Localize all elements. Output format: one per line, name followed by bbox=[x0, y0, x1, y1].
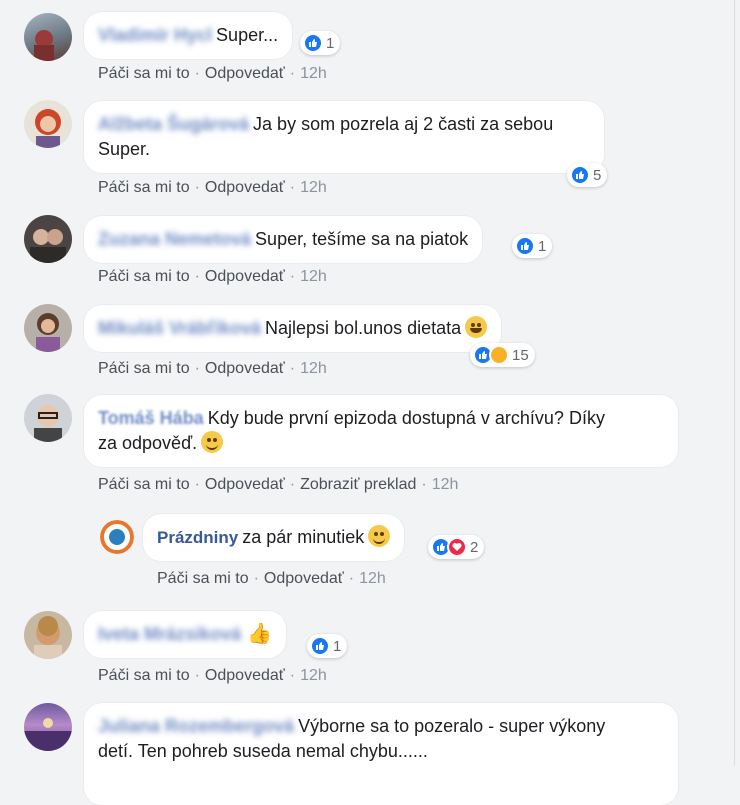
reply-link[interactable]: Odpovedať bbox=[205, 65, 285, 82]
timestamp[interactable]: 12h bbox=[300, 360, 327, 377]
comment-author[interactable]: Vladimír Hycl bbox=[98, 25, 212, 45]
avatar-photo-icon bbox=[36, 313, 60, 352]
like-link[interactable]: Páči sa mi to bbox=[98, 65, 190, 82]
comment-author[interactable]: Alžbeta Šugárová bbox=[98, 114, 249, 134]
comment-bubble: Iveta Mrázsiková 👍 bbox=[84, 611, 286, 658]
translate-link[interactable]: Zobraziť preklad bbox=[300, 476, 416, 493]
like-link[interactable]: Páči sa mi to bbox=[98, 179, 190, 196]
comment-actions: Páči sa mi to · Odpovedať · 12h bbox=[98, 179, 327, 196]
avatar-photo-icon bbox=[34, 405, 62, 442]
comment-text: Výborne sa to pozeralo - super výkony bbox=[298, 716, 606, 736]
comment-author[interactable]: Tomáš Hába bbox=[98, 408, 204, 428]
timestamp[interactable]: 12h bbox=[432, 476, 459, 493]
like-link[interactable]: Páči sa mi to bbox=[98, 476, 190, 493]
reply-link[interactable]: Odpovedať bbox=[205, 476, 285, 493]
timestamp[interactable]: 12h bbox=[300, 667, 327, 684]
like-link[interactable]: Páči sa mi to bbox=[98, 268, 190, 285]
comment-text-line2: Super. bbox=[98, 139, 151, 159]
avatar[interactable] bbox=[24, 394, 72, 442]
thumbs-up-icon: 👍 bbox=[247, 623, 272, 645]
comment-text-line2: detí. Ten pohreb suseda nemal chybu.....… bbox=[98, 741, 428, 761]
avatar[interactable] bbox=[24, 100, 72, 148]
comment-text: za pár minutiek bbox=[242, 527, 365, 547]
comment-text-line2: za odpověď. bbox=[98, 433, 198, 453]
comment-bubble: Juliana Rozembergová Výborne sa to pozera… bbox=[84, 703, 678, 805]
comment-author[interactable]: Zuzana Nemetová bbox=[98, 229, 251, 249]
comments-panel: Vladimír Hycl Super... 1 Páči sa mi to · Od… bbox=[0, 0, 735, 805]
smiley-emoji-icon bbox=[201, 431, 224, 453]
comment-actions: Páči sa mi to · Odpovedať · 12h bbox=[98, 360, 327, 377]
reaction-summary[interactable]: 1 bbox=[512, 234, 553, 258]
like-link[interactable]: Páči sa mi to bbox=[98, 667, 190, 684]
like-reaction-icon bbox=[515, 236, 535, 256]
reply-link[interactable]: Odpovedať bbox=[205, 268, 285, 285]
comment-text: Kdy bude první epizoda dostupná v archív… bbox=[207, 408, 605, 428]
avatar-photo-icon bbox=[24, 718, 72, 751]
reaction-summary[interactable]: 1 bbox=[307, 634, 348, 658]
avatar-photo-icon bbox=[35, 109, 61, 148]
comment-actions: Páči sa mi to · Odpovedať · 12h bbox=[98, 268, 327, 285]
comment-bubble: Tomáš Hába Kdy bude první epizoda dostupn… bbox=[84, 395, 678, 467]
comment-text: Najlepsi bol.unos dietata bbox=[265, 318, 462, 338]
reply-link[interactable]: Odpovedať bbox=[264, 570, 344, 587]
smiley-emoji-icon bbox=[368, 525, 391, 547]
avatar[interactable] bbox=[24, 703, 72, 751]
comment-actions: Páči sa mi to · Odpovedať · 12h bbox=[98, 667, 327, 684]
timestamp[interactable]: 12h bbox=[300, 179, 327, 196]
like-reaction-icon bbox=[303, 33, 323, 53]
like-link[interactable]: Páči sa mi to bbox=[157, 570, 249, 587]
reply-link[interactable]: Odpovedať bbox=[205, 179, 285, 196]
reaction-summary[interactable]: 5 bbox=[567, 163, 608, 187]
reaction-summary[interactable]: 2 bbox=[428, 535, 485, 559]
avatar[interactable] bbox=[24, 215, 72, 263]
comment-bubble: Zuzana Nemetová Super, tešíme sa na piato… bbox=[84, 216, 483, 263]
reply-link[interactable]: Odpovedať bbox=[205, 667, 285, 684]
reaction-count: 1 bbox=[538, 237, 547, 255]
avatar-photo-icon bbox=[34, 30, 54, 61]
page-logo-icon bbox=[100, 520, 134, 554]
comment-bubble: Mikuláš Vrábľiková Najlepsi bol.unos diet… bbox=[84, 305, 502, 352]
avatar[interactable] bbox=[24, 304, 72, 352]
reaction-count: 1 bbox=[333, 637, 342, 655]
reaction-summary[interactable]: 1 bbox=[300, 31, 341, 55]
avatar[interactable] bbox=[24, 13, 72, 61]
reaction-count: 2 bbox=[470, 538, 479, 556]
comment-author[interactable]: Iveta Mrázsiková bbox=[98, 624, 241, 644]
reply-actions: Páči sa mi to · Odpovedať · 12h bbox=[157, 570, 386, 587]
reaction-count: 15 bbox=[512, 346, 529, 364]
avatar-photo-icon bbox=[30, 229, 66, 263]
comment-bubble: Alžbeta Šugárová Ja by som pozrela aj 2 č… bbox=[84, 101, 604, 173]
reply-link[interactable]: Odpovedať bbox=[205, 360, 285, 377]
timestamp[interactable]: 12h bbox=[300, 268, 327, 285]
comment-text: Super, tešíme sa na piatok bbox=[255, 229, 469, 249]
like-reaction-icon bbox=[310, 636, 330, 656]
reaction-count: 1 bbox=[326, 34, 335, 52]
comment-text: Super... bbox=[216, 25, 279, 45]
comment-author[interactable]: Mikuláš Vrábľiková bbox=[98, 318, 261, 338]
love-reaction-icon bbox=[447, 537, 467, 557]
timestamp[interactable]: 12h bbox=[300, 65, 327, 82]
timestamp[interactable]: 12h bbox=[359, 570, 386, 587]
like-reaction-icon bbox=[570, 165, 590, 185]
comment-actions: Páči sa mi to · Odpovedať · Zobraziť preklad… bbox=[98, 476, 459, 493]
comment-actions: Páči sa mi to · Odpovedať · 12h bbox=[98, 65, 327, 82]
reaction-summary[interactable]: 15 bbox=[470, 343, 535, 367]
comment-author[interactable]: Prázdniny bbox=[157, 528, 238, 547]
laughing-emoji-icon bbox=[465, 316, 488, 338]
like-link[interactable]: Páči sa mi to bbox=[98, 360, 190, 377]
avatar-photo-icon bbox=[34, 616, 62, 659]
page-avatar[interactable] bbox=[100, 520, 134, 554]
comment-text: Ja by som pozrela aj 2 časti za sebou bbox=[253, 114, 554, 134]
haha-reaction-icon bbox=[489, 345, 509, 365]
reply-bubble: Prázdniny za pár minutiek bbox=[143, 514, 405, 561]
comment-author[interactable]: Juliana Rozembergová bbox=[98, 716, 294, 736]
reaction-count: 5 bbox=[593, 166, 602, 184]
comment-bubble: Vladimír Hycl Super... bbox=[84, 12, 293, 59]
avatar[interactable] bbox=[24, 611, 72, 659]
